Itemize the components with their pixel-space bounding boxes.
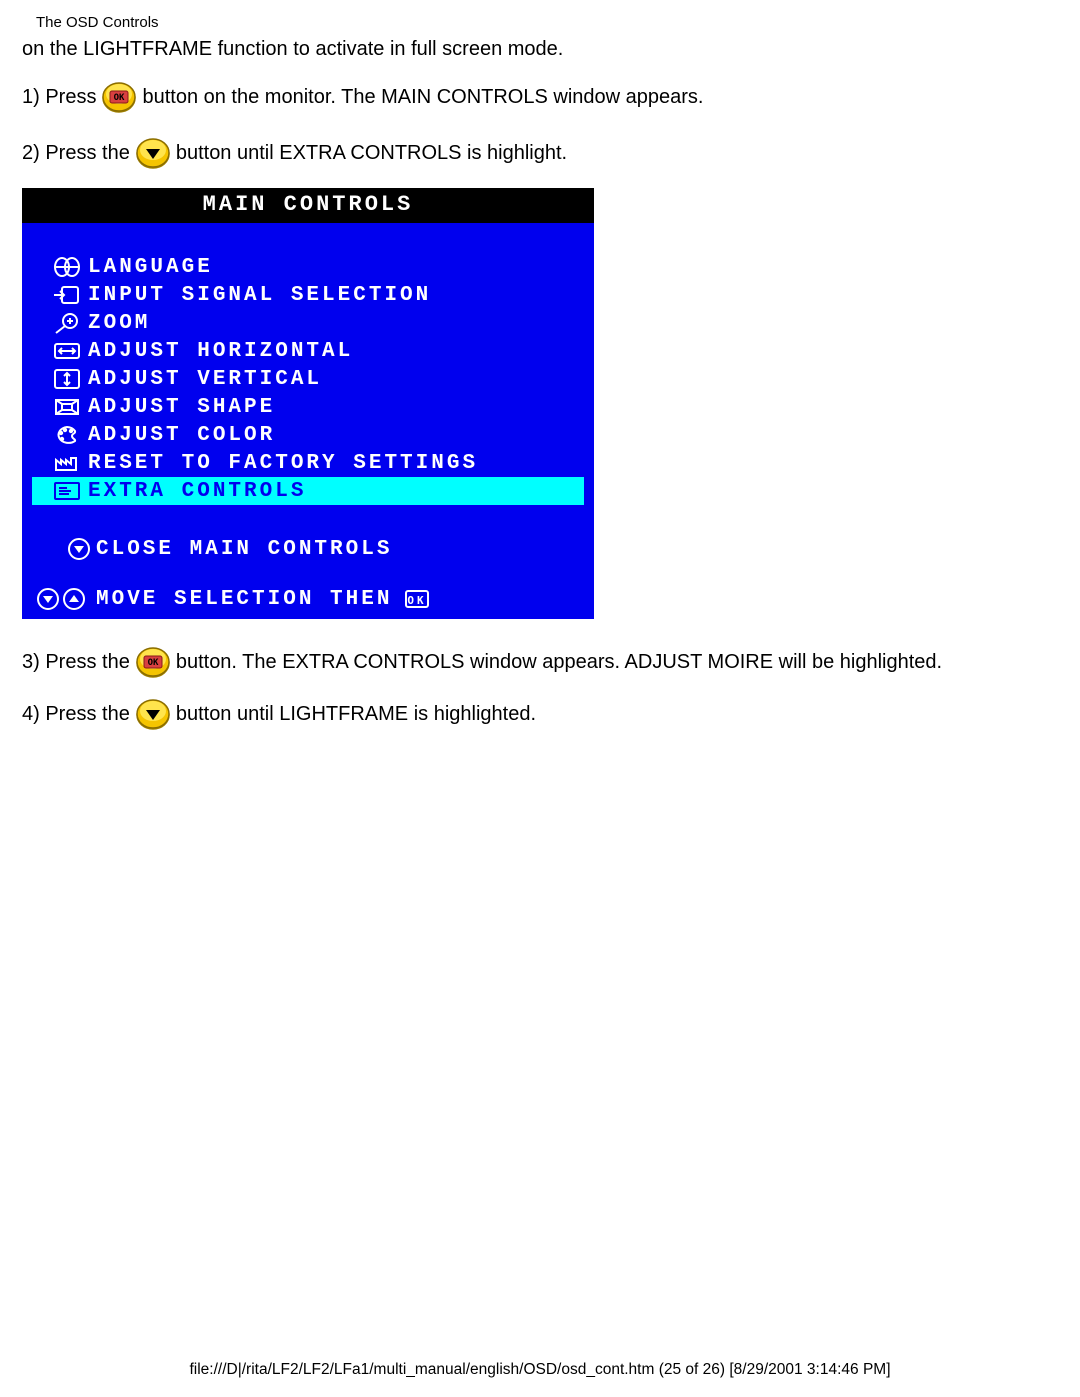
- osd-panel: MAIN CONTROLS LANGUAGE INPUT SIGNAL SELE…: [22, 188, 594, 619]
- osd-close-label: CLOSE MAIN CONTROLS: [96, 538, 392, 561]
- osd-item-label: RESET TO FACTORY SETTINGS: [88, 452, 478, 475]
- osd-item-label: ADJUST HORIZONTAL: [88, 340, 353, 363]
- osd-item-label: ZOOM: [88, 312, 150, 335]
- step-2-pre: 2) Press the: [22, 142, 130, 165]
- step-3-post: button. The EXTRA CONTROLS window appear…: [176, 651, 942, 674]
- ok-button-icon: OK: [136, 647, 170, 677]
- vertical-icon: [46, 368, 88, 390]
- osd-title: MAIN CONTROLS: [22, 188, 594, 223]
- osd-item-adjust-vertical: ADJUST VERTICAL: [32, 365, 584, 393]
- color-icon: [46, 424, 88, 446]
- factory-icon: [46, 452, 88, 474]
- osd-body: LANGUAGE INPUT SIGNAL SELECTION ZOOM ADJ…: [22, 223, 594, 575]
- extra-controls-icon: [46, 480, 88, 502]
- svg-text:OK: OK: [408, 594, 427, 607]
- zoom-icon: [46, 312, 88, 334]
- osd-item-label: ADJUST COLOR: [88, 424, 275, 447]
- osd-item-label: ADJUST VERTICAL: [88, 368, 322, 391]
- osd-item-adjust-horizontal: ADJUST HORIZONTAL: [32, 337, 584, 365]
- osd-item-adjust-shape: ADJUST SHAPE: [32, 393, 584, 421]
- down-circle-icon: [62, 537, 96, 561]
- osd-item-adjust-color: ADJUST COLOR: [32, 421, 584, 449]
- down-button-icon: [136, 699, 170, 729]
- intro-text: on the LIGHTFRAME function to activate i…: [22, 37, 1058, 62]
- step-4-pre: 4) Press the: [22, 703, 130, 726]
- up-down-circles-icon: [36, 587, 96, 611]
- step-4-post: button until LIGHTFRAME is highlighted.: [176, 703, 536, 726]
- step-2-post: button until EXTRA CONTROLS is highlight…: [176, 142, 567, 165]
- step-1-pre: 1) Press: [22, 86, 96, 109]
- step-1: 1) Press OK button on the monitor. The M…: [22, 82, 1058, 112]
- osd-item-label: EXTRA CONTROLS: [88, 480, 306, 503]
- osd-item-reset: RESET TO FACTORY SETTINGS: [32, 449, 584, 477]
- svg-text:OK: OK: [147, 658, 158, 668]
- svg-text:OK: OK: [114, 93, 125, 103]
- osd-item-language: LANGUAGE: [32, 253, 584, 281]
- doc-title: The OSD Controls: [36, 14, 1058, 31]
- osd-item-label: LANGUAGE: [88, 256, 213, 279]
- ok-button-icon: OK: [102, 82, 136, 112]
- step-1-post: button on the monitor. The MAIN CONTROLS…: [142, 86, 703, 109]
- shape-icon: [46, 396, 88, 418]
- osd-item-label: INPUT SIGNAL SELECTION: [88, 284, 431, 307]
- language-icon: [46, 256, 88, 278]
- osd-close-main: CLOSE MAIN CONTROLS: [32, 535, 584, 563]
- down-button-icon: [136, 138, 170, 168]
- osd-footer: MOVE SELECTION THEN OK: [22, 575, 594, 619]
- step-2: 2) Press the button until EXTRA CONTROLS…: [22, 138, 1058, 168]
- osd-item-input-signal: INPUT SIGNAL SELECTION: [32, 281, 584, 309]
- input-signal-icon: [46, 284, 88, 306]
- step-3: 3) Press the OK button. The EXTRA CONTRO…: [22, 647, 1058, 677]
- osd-item-label: ADJUST SHAPE: [88, 396, 275, 419]
- osd-item-zoom: ZOOM: [32, 309, 584, 337]
- horizontal-icon: [46, 340, 88, 362]
- osd-item-extra-controls: EXTRA CONTROLS: [32, 477, 584, 505]
- ok-box-icon: OK: [404, 589, 430, 609]
- step-3-pre: 3) Press the: [22, 651, 130, 674]
- step-4: 4) Press the button until LIGHTFRAME is …: [22, 699, 1058, 729]
- page-footer: file:///D|/rita/LF2/LF2/LFa1/multi_manua…: [0, 1361, 1080, 1379]
- osd-footer-label: MOVE SELECTION THEN: [96, 588, 392, 611]
